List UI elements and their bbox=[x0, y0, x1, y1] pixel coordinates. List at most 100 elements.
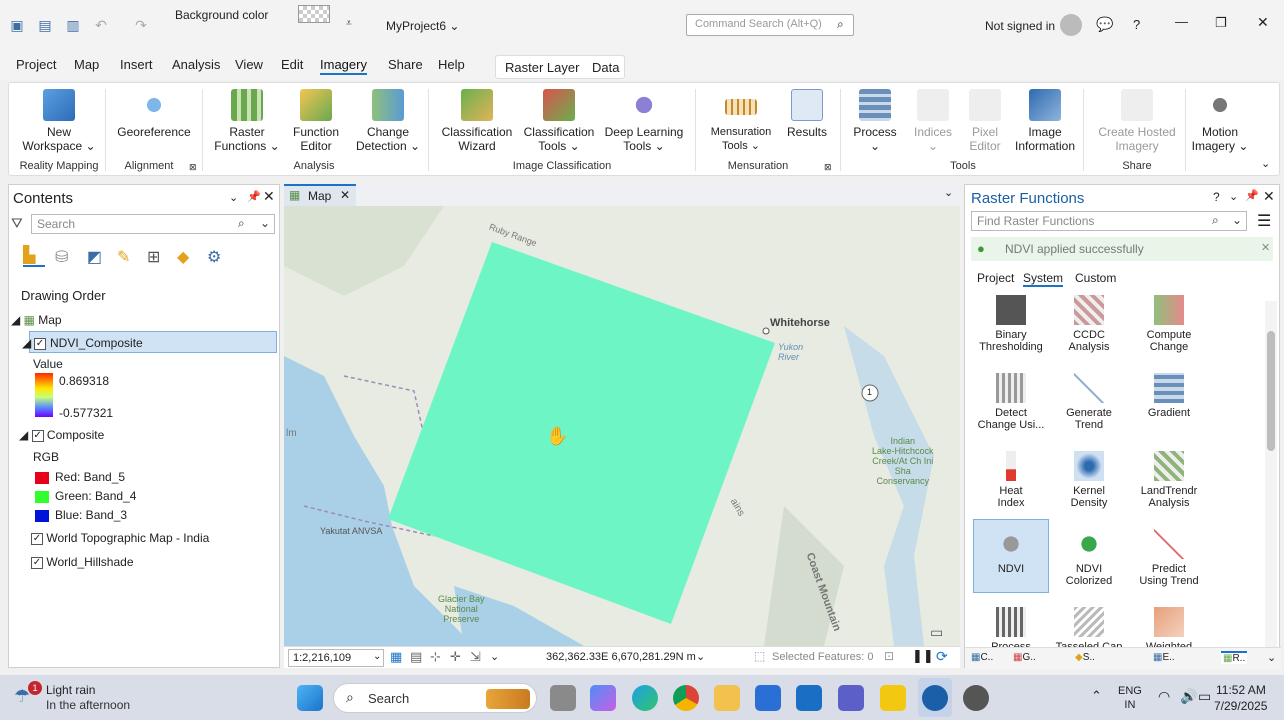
table-icon[interactable]: ▤ bbox=[410, 649, 422, 665]
function-landtrendr-analysis[interactable]: LandTrendr Analysis bbox=[1131, 451, 1207, 509]
classification-tools-button[interactable]: Classification Tools ⌄ bbox=[519, 89, 599, 153]
function-gradient[interactable]: Gradient bbox=[1131, 373, 1207, 419]
function-ccdc-analysis[interactable]: CCDC Analysis bbox=[1051, 295, 1127, 353]
power-bi-icon[interactable] bbox=[880, 685, 906, 711]
tab-project[interactable]: Project bbox=[977, 271, 1014, 285]
function-compute-change[interactable]: Compute Change bbox=[1131, 295, 1207, 353]
tab-edit[interactable]: Edit bbox=[281, 57, 303, 72]
wifi-icon[interactable]: ◠ bbox=[1158, 688, 1170, 705]
navigation-icon[interactable]: ⇲ bbox=[470, 649, 481, 665]
arcgis-pro-icon[interactable] bbox=[922, 685, 948, 711]
layer-ndvi-composite[interactable]: ◢ ✓ NDVI_Composite bbox=[22, 331, 277, 353]
pane-options-icon[interactable]: ⌄ bbox=[229, 191, 238, 204]
filter-icon[interactable]: ⛛ bbox=[11, 215, 23, 232]
layer-visibility-checkbox[interactable]: ✓ bbox=[34, 336, 46, 350]
function-kernel-density[interactable]: Kernel Density bbox=[1051, 451, 1127, 509]
close-pane-icon[interactable]: ✕ bbox=[263, 188, 275, 205]
create-hosted-imagery-button[interactable]: Create Hosted Imagery bbox=[1091, 89, 1183, 153]
map-tab[interactable]: ▦ Map ✕ bbox=[284, 184, 356, 206]
teams-icon[interactable] bbox=[838, 685, 864, 711]
function-detect-change[interactable]: Detect Change Usi... bbox=[973, 373, 1049, 431]
mensuration-tools-button[interactable]: Mensuration Tools ⌄ bbox=[705, 89, 777, 153]
list-by-source-icon[interactable]: ⛁ bbox=[55, 247, 68, 267]
pane-tab-geoprocessing[interactable]: ▦G.. bbox=[1013, 652, 1036, 663]
clear-selection-icon[interactable]: ⊡ bbox=[884, 649, 894, 663]
edge-browser-icon[interactable] bbox=[632, 685, 658, 711]
chrome-browser-icon[interactable] bbox=[673, 685, 699, 711]
raster-functions-button[interactable]: Raster Functions ⌄ bbox=[211, 89, 283, 153]
weather-title[interactable]: Light rain bbox=[46, 683, 95, 697]
constraints-icon[interactable]: ✛ bbox=[450, 649, 461, 665]
list-by-labeling-icon[interactable]: ◆ bbox=[177, 247, 189, 267]
save-project-icon[interactable]: ▥ bbox=[64, 16, 82, 34]
tab-view[interactable]: View bbox=[235, 57, 263, 72]
pane-tab-raster-functions[interactable]: ▦R.. bbox=[1221, 651, 1248, 664]
grid-icon[interactable]: ▦ bbox=[390, 649, 402, 665]
layer-world-topographic[interactable]: ✓ World Topographic Map - India bbox=[31, 531, 209, 545]
pause-drawing-icon[interactable]: ❚❚ bbox=[912, 648, 934, 664]
copilot-icon[interactable] bbox=[590, 685, 616, 711]
layer-composite[interactable]: ◢ ✓ Composite bbox=[19, 428, 104, 442]
georeference-button[interactable]: Georeference bbox=[113, 89, 195, 139]
map-overview-icon[interactable]: ▭ bbox=[930, 624, 943, 641]
expand-icon[interactable]: ◢ bbox=[22, 336, 31, 350]
function-heat-index[interactable]: Heat Index bbox=[973, 451, 1049, 509]
background-color-picker[interactable] bbox=[298, 5, 330, 23]
function-binary-thresholding[interactable]: Binary Thresholding bbox=[973, 295, 1049, 353]
select-features-icon[interactable]: ⬚ bbox=[754, 649, 765, 663]
contents-search-input[interactable]: Search ⌕ ⌄ bbox=[31, 214, 275, 234]
tab-system[interactable]: System bbox=[1023, 271, 1064, 287]
command-search-box[interactable]: Command Search (Alt+Q) ⌕ bbox=[686, 14, 854, 36]
map-tree-node[interactable]: ◢ ▦ Map bbox=[11, 313, 62, 327]
layer-world-hillshade[interactable]: ✓ World_Hillshade bbox=[31, 555, 134, 569]
tab-insert[interactable]: Insert bbox=[120, 57, 153, 72]
function-ndvi-colorized[interactable]: NDVI Colorized bbox=[1051, 529, 1127, 587]
function-editor-button[interactable]: Function Editor bbox=[285, 89, 347, 153]
sign-in-status[interactable]: Not signed in bbox=[985, 19, 1055, 33]
clock-time[interactable]: 11:52 AM bbox=[1216, 683, 1266, 697]
refresh-icon[interactable]: ⟳ bbox=[936, 648, 948, 665]
layer-visibility-checkbox[interactable]: ✓ bbox=[31, 556, 43, 569]
menu-icon[interactable]: ☰ bbox=[1257, 211, 1271, 231]
layer-visibility-checkbox[interactable]: ✓ bbox=[31, 429, 44, 442]
layer-visibility-checkbox[interactable]: ✓ bbox=[31, 532, 43, 545]
project-name[interactable]: MyProject6 ⌄ bbox=[386, 19, 459, 33]
list-by-selection-icon[interactable]: ◩ bbox=[87, 247, 102, 267]
outlook-icon[interactable] bbox=[796, 685, 822, 711]
tab-help[interactable]: Help bbox=[438, 57, 465, 72]
new-workspace-button[interactable]: New Workspace ⌄ bbox=[21, 89, 97, 153]
pin-icon[interactable]: 📌 bbox=[247, 190, 261, 203]
process-button[interactable]: Process ⌄ bbox=[847, 89, 903, 153]
help-icon[interactable]: ? bbox=[1213, 190, 1220, 204]
coordinate-format-dropdown[interactable]: ⌄ bbox=[696, 650, 705, 663]
pane-tab-catalog[interactable]: ▦C.. bbox=[971, 652, 993, 663]
language-indicator[interactable]: ENG IN bbox=[1118, 684, 1142, 712]
recording-app-icon[interactable] bbox=[963, 685, 989, 711]
indices-button[interactable]: Indices ⌄ bbox=[905, 89, 961, 153]
tab-share[interactable]: Share bbox=[388, 57, 423, 72]
pane-tab-export[interactable]: ▦E.. bbox=[1153, 652, 1175, 663]
list-by-snapping-icon[interactable]: ⊞ bbox=[147, 247, 160, 267]
pin-icon[interactable]: 📌 bbox=[1245, 189, 1259, 202]
change-detection-button[interactable]: Change Detection ⌄ bbox=[349, 89, 427, 153]
motion-imagery-button[interactable]: Motion Imagery ⌄ bbox=[1189, 89, 1251, 153]
function-predict-using-trend[interactable]: Predict Using Trend bbox=[1131, 529, 1207, 587]
close-window-icon[interactable]: ✕ bbox=[1257, 14, 1269, 31]
volume-icon[interactable]: 🔊 bbox=[1180, 688, 1197, 705]
dismiss-icon[interactable]: ✕ bbox=[1261, 241, 1270, 254]
tab-overflow-icon[interactable]: ⌄ bbox=[944, 186, 953, 199]
close-tab-icon[interactable]: ✕ bbox=[340, 188, 350, 202]
dialog-launcher-icon[interactable]: ⊠ bbox=[189, 162, 197, 173]
scrollbar[interactable] bbox=[1265, 301, 1277, 647]
tab-imagery[interactable]: Imagery bbox=[320, 57, 367, 75]
chevron-down-icon[interactable]: ⌄ bbox=[490, 650, 499, 663]
user-avatar-icon[interactable] bbox=[1060, 14, 1082, 36]
list-by-perspective-icon[interactable]: ⚙ bbox=[207, 247, 221, 267]
scale-selector[interactable]: 1:2,216,109 ⌄ bbox=[288, 649, 384, 667]
function-generate-trend[interactable]: Generate Trend bbox=[1051, 373, 1127, 431]
pixel-editor-button[interactable]: Pixel Editor bbox=[959, 89, 1011, 153]
battery-icon[interactable]: ▭ bbox=[1198, 688, 1211, 705]
pane-options-icon[interactable]: ⌄ bbox=[1229, 190, 1238, 203]
tab-data[interactable]: Data bbox=[592, 60, 619, 75]
tab-analysis[interactable]: Analysis bbox=[172, 57, 220, 72]
